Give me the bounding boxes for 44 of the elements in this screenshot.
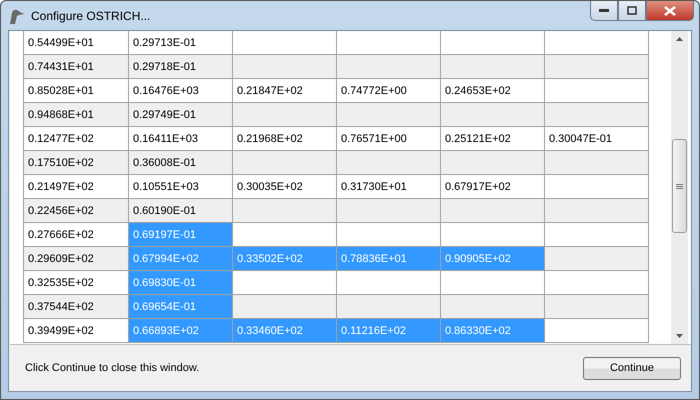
status-message: Click Continue to close this window. — [25, 362, 200, 374]
continue-button[interactable]: Continue — [583, 356, 681, 380]
table-cell[interactable]: 0.27666E+02 — [23, 223, 129, 247]
scroll-up-icon[interactable] — [676, 37, 683, 41]
scroll-thumb[interactable] — [672, 139, 687, 233]
table-cell[interactable]: 0.36008E-01 — [129, 151, 233, 175]
close-button[interactable] — [646, 1, 694, 21]
window-title: Configure OSTRICH... — [31, 8, 150, 22]
table-cell[interactable]: 0.76571E+00 — [337, 127, 441, 151]
table-cell[interactable]: 0.10551E+03 — [129, 175, 233, 199]
table-cell[interactable]: 0.21497E+02 — [23, 175, 129, 199]
table-cell[interactable]: 0.30035E+02 — [233, 175, 337, 199]
table-cell[interactable]: 0.29749E-01 — [129, 103, 233, 127]
table-cell[interactable]: 0.94868E+01 — [23, 103, 129, 127]
table-cell[interactable]: 0.39499E+02 — [23, 319, 129, 343]
table-cell[interactable]: 0.21968E+02 — [233, 127, 337, 151]
table-cell[interactable]: 0.74431E+01 — [23, 55, 129, 79]
minimize-icon[interactable] — [599, 8, 609, 12]
table-cell[interactable]: 0.16476E+03 — [129, 79, 233, 103]
table-cell[interactable]: 0.32535E+02 — [23, 271, 129, 295]
table-cell[interactable]: 0.37544E+02 — [23, 295, 129, 319]
table-cell[interactable]: 0.54499E+01 — [23, 31, 129, 55]
table-cell[interactable]: 0.67917E+02 — [441, 175, 545, 199]
table-cell[interactable]: 0.12477E+02 — [23, 127, 129, 151]
table-cell[interactable]: 0.29713E-01 — [129, 31, 233, 55]
table-cell[interactable]: 0.29718E-01 — [129, 55, 233, 79]
table-cell[interactable]: 0.31730E+01 — [337, 175, 441, 199]
table-cell[interactable]: 0.29609E+02 — [23, 247, 129, 271]
table-cell[interactable]: 0.24653E+02 — [441, 79, 545, 103]
table-cell[interactable]: 0.22456E+02 — [23, 199, 129, 223]
maximize-icon[interactable] — [627, 6, 637, 15]
table-cell[interactable]: 0.60190E-01 — [129, 199, 233, 223]
table-cell[interactable]: 0.25121E+02 — [441, 127, 545, 151]
table-cell[interactable]: 0.16411E+03 — [129, 127, 233, 151]
table-cell[interactable]: 0.74772E+00 — [337, 79, 441, 103]
close-icon[interactable] — [664, 6, 676, 16]
table-cell[interactable]: 0.30047E-01 — [545, 127, 649, 151]
scrollbar[interactable] — [671, 31, 688, 344]
table-cell[interactable]: 0.21847E+02 — [233, 79, 337, 103]
table-cell[interactable]: 0.17510E+02 — [23, 151, 129, 175]
scroll-down-icon[interactable] — [676, 334, 683, 338]
maximize-button[interactable] — [618, 1, 646, 21]
minimize-button[interactable] — [590, 1, 618, 21]
table-cell[interactable]: 0.85028E+01 — [23, 79, 129, 103]
